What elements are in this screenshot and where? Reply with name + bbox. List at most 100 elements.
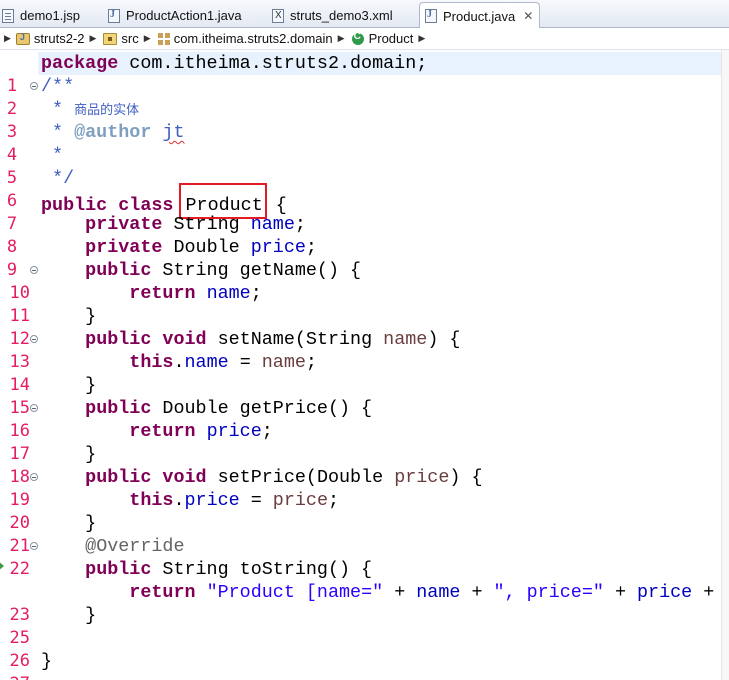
java-project-icon [15, 32, 30, 45]
breadcrumb-item-class[interactable]: Product ▶ [351, 31, 433, 46]
code-token: return [129, 283, 196, 304]
breadcrumb-item-src[interactable]: src ▶ [103, 31, 157, 46]
code-token: } [41, 605, 97, 626]
code-token: ; [327, 490, 340, 511]
code-line[interactable]: 25 } [0, 604, 729, 648]
code-token: @author [74, 122, 152, 143]
code-line[interactable]: 6 */ [0, 167, 729, 211]
breadcrumb-item-project[interactable]: struts2-2 ▶ [15, 31, 104, 46]
code-token: ", price=" [493, 582, 604, 603]
code-line[interactable]: 1 package com.itheima.struts2.domain; [0, 52, 729, 96]
code-token: . [173, 490, 185, 511]
code-line[interactable]: 12 } [0, 305, 729, 349]
code-token: + [603, 582, 638, 603]
code-token: name [261, 352, 306, 373]
code-token: ; [250, 283, 262, 304]
code-token: ; [305, 352, 317, 373]
code-line[interactable]: 20 this.price = price; [0, 489, 729, 533]
breadcrumb-label: src [121, 31, 139, 46]
breadcrumb-item-package[interactable]: com.itheima.struts2.domain ▶ [157, 31, 352, 46]
code-token: name [416, 582, 461, 603]
code-token: setPrice(Double [206, 467, 395, 488]
code-line[interactable]: 7 public class Product { [0, 183, 729, 234]
code-token: = [239, 490, 273, 511]
code-token: com.itheima.struts2.domain; [118, 53, 428, 74]
chevron-right-icon: ▶ [418, 33, 426, 43]
breadcrumb-label: struts2-2 [33, 31, 85, 46]
code-token: @Override [85, 536, 185, 557]
code-token: name [184, 352, 229, 373]
code-line[interactable]: 14 this.name = name; [0, 351, 729, 395]
fold-toggle-icon[interactable] [30, 335, 38, 343]
fold-toggle-icon[interactable] [30, 266, 38, 274]
override-marker-icon[interactable] [0, 561, 4, 571]
code-token: ) { [427, 329, 461, 350]
code-line[interactable]: 18 } [0, 443, 729, 487]
code-token: + [460, 582, 494, 603]
code-line[interactable]: 16 public Double getPrice() { [0, 397, 729, 441]
tab-demo1-jsp[interactable]: demo1.jsp [2, 3, 80, 28]
fold-toggle-icon[interactable] [30, 404, 38, 412]
code-line[interactable]: 4 * @author jt [0, 121, 729, 165]
code-line[interactable]: 23 public String toString() { [0, 558, 729, 625]
code-line[interactable]: 19 public void setPrice(Double price) { [0, 466, 729, 510]
code-token: private [85, 214, 163, 235]
code-line[interactable]: 10 public String getName() { [0, 259, 729, 303]
code-token: jt [162, 122, 185, 143]
code-token: + [383, 582, 417, 603]
code-line[interactable]: 9 private Double price; [0, 236, 729, 280]
code-line[interactable]: 24 return "Product [name=" + name + ", p… [0, 581, 721, 604]
code-token: price [272, 490, 328, 511]
code-token: String toString() { [151, 559, 373, 580]
code-line[interactable]: 26 [0, 627, 729, 671]
code-token: * [41, 99, 75, 120]
code-token: public [85, 260, 152, 281]
tab-label: demo1.jsp [20, 8, 80, 23]
code-token: Double getPrice() { [151, 398, 373, 419]
code-line[interactable]: 17 return price; [0, 420, 729, 464]
code-line[interactable]: 21 } [0, 512, 729, 556]
code-token: } [41, 375, 97, 396]
tab-struts-demo3-xml[interactable]: struts_demo3.xml [272, 3, 393, 28]
code-token: return [129, 582, 196, 603]
breadcrumb-label: com.itheima.struts2.domain [173, 31, 333, 46]
fold-toggle-icon[interactable] [30, 473, 38, 481]
code-token: this [129, 352, 174, 373]
code-editor[interactable]: 1 package com.itheima.struts2.domain; 2 … [0, 50, 729, 680]
code-line[interactable]: 11 return name; [0, 282, 729, 326]
tab-product-java[interactable]: Product.java ✕ [419, 2, 541, 29]
code-token: private [85, 237, 163, 258]
code-token: . [173, 352, 185, 373]
code-line[interactable]: 2 /** [0, 75, 729, 119]
code-line[interactable]: 15 } [0, 374, 729, 418]
code-token: void [162, 467, 207, 488]
code-token: = [228, 352, 262, 373]
code-line[interactable]: 3 * 商品的实体 [0, 98, 729, 142]
code-token: ; [305, 237, 317, 258]
tab-productaction1-java[interactable]: ProductAction1.java [108, 3, 242, 28]
code-token: Double [162, 237, 251, 258]
package-icon [157, 32, 170, 45]
code-line[interactable]: 13 public void setName(String name) { [0, 328, 729, 372]
code-token: public [85, 559, 152, 580]
chevron-right-icon: ▶ [4, 33, 11, 43]
fold-toggle-icon[interactable] [30, 542, 38, 550]
fold-toggle-icon[interactable] [30, 82, 38, 90]
code-line[interactable]: 5 * [0, 144, 729, 188]
close-icon[interactable]: ✕ [523, 9, 533, 23]
code-line[interactable]: 8 private String name; [0, 213, 729, 257]
code-line[interactable]: 22 @Override [0, 535, 729, 579]
code-token: public [85, 398, 152, 419]
code-line[interactable]: 27 } [0, 650, 729, 680]
